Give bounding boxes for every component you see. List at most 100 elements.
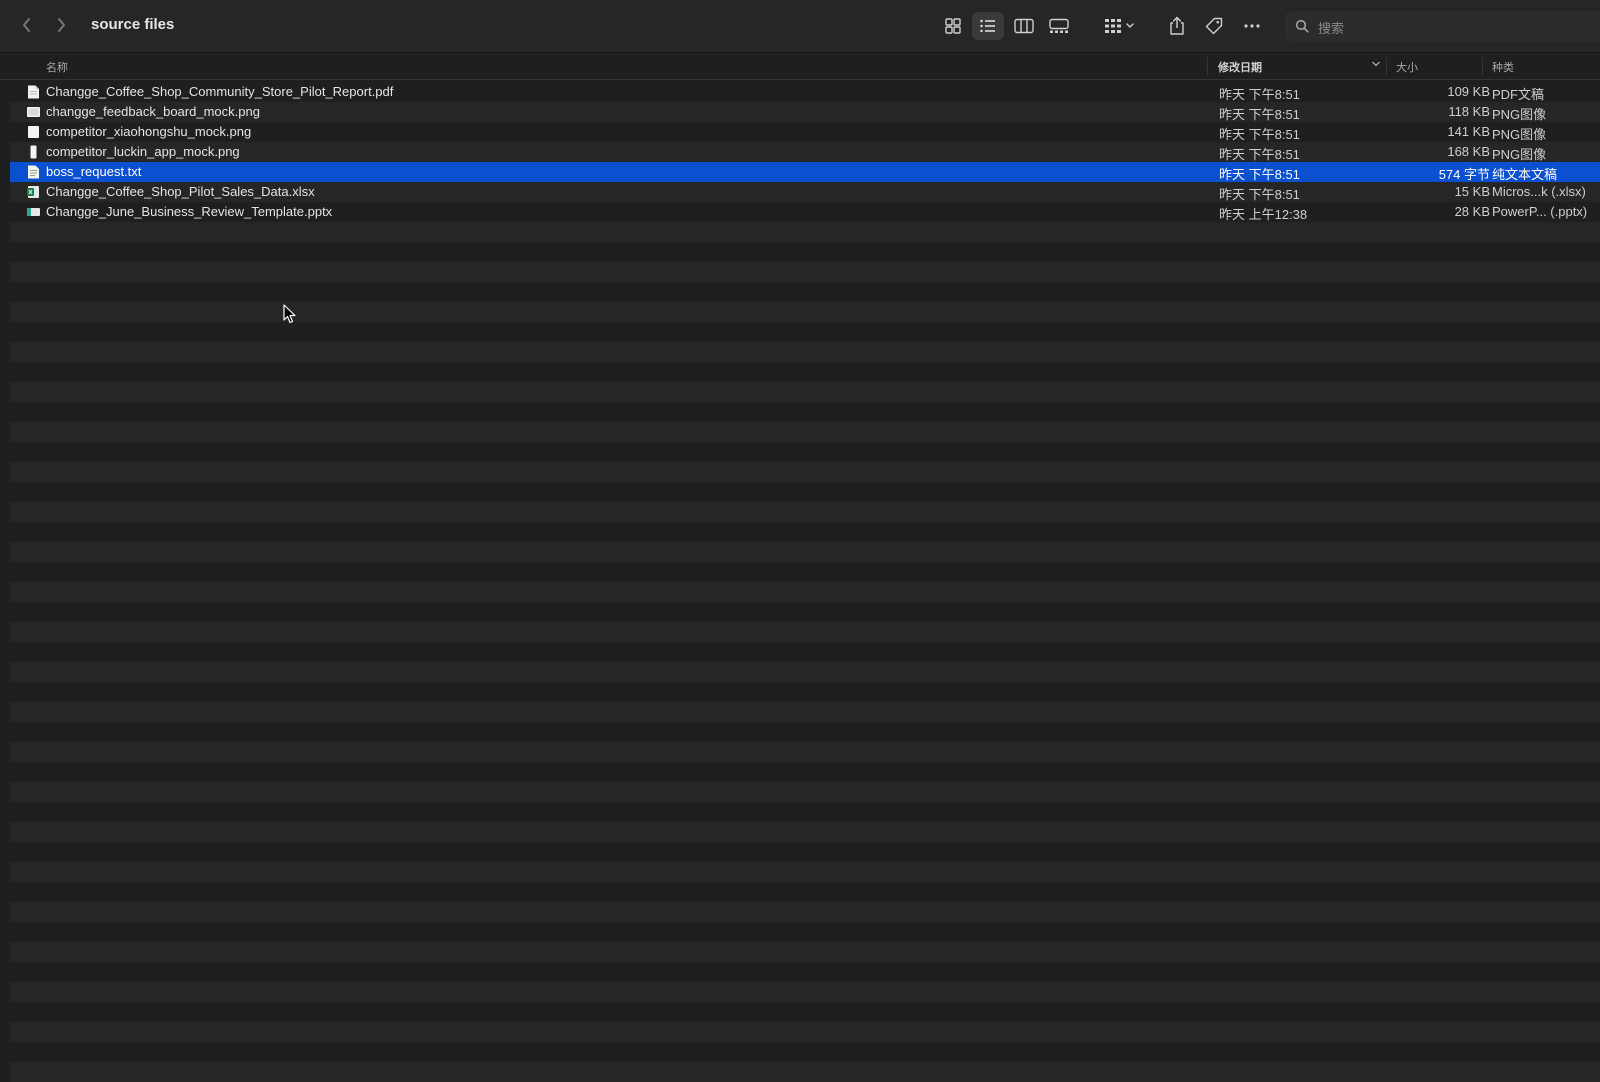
- empty-row-stripe: [10, 382, 1600, 402]
- empty-row-stripe: [10, 802, 1600, 822]
- empty-row-stripe: [10, 522, 1600, 542]
- search-field[interactable]: 搜索: [1285, 11, 1600, 41]
- mouse-pointer-icon: [283, 304, 296, 324]
- file-date: 昨天 下午8:51: [1219, 107, 1300, 122]
- empty-row-stripe: [10, 782, 1600, 802]
- empty-row-stripe: [10, 942, 1600, 962]
- empty-row-stripe: [10, 842, 1600, 862]
- empty-row-stripe: [10, 482, 1600, 502]
- empty-row-stripe: [10, 702, 1600, 722]
- search-icon: [1295, 19, 1309, 33]
- empty-row-stripe: [10, 822, 1600, 842]
- gallery-view-button[interactable]: [1044, 12, 1074, 40]
- forward-button[interactable]: [46, 10, 76, 40]
- empty-row-stripe: [10, 602, 1600, 622]
- empty-row-stripe: [10, 322, 1600, 342]
- file-row[interactable]: Changge_June_Business_Review_Template.pp…: [10, 202, 1600, 222]
- empty-row-stripe: [10, 222, 1600, 242]
- file-name: Changge_Coffee_Shop_Pilot_Sales_Data.xls…: [46, 184, 315, 199]
- file-list: Changge_Coffee_Shop_Community_Store_Pilo…: [10, 82, 1600, 1082]
- file-size: 28 KB: [1454, 204, 1490, 219]
- file-name: Changge_Coffee_Shop_Community_Store_Pilo…: [46, 84, 394, 99]
- tag-icon: [1205, 17, 1223, 35]
- share-icon: [1170, 16, 1184, 35]
- gallery-view-icon: [1049, 18, 1069, 33]
- file-kind: 纯文本文稿: [1492, 167, 1558, 182]
- column-view-icon: [1014, 18, 1034, 34]
- column-divider[interactable]: [1207, 57, 1208, 75]
- file-row[interactable]: competitor_xiaohongshu_mock.png 昨天 下午8:5…: [10, 122, 1600, 142]
- empty-row-stripe: [10, 282, 1600, 302]
- finder-window: source files 搜索 名称 修改日期 大小 种类 Changge_Co…: [0, 0, 1600, 1082]
- empty-row-stripe: [10, 582, 1600, 602]
- file-date: 昨天 下午8:51: [1219, 167, 1300, 182]
- empty-row-stripe: [10, 622, 1600, 642]
- list-view-button[interactable]: [972, 12, 1004, 40]
- column-header-size[interactable]: 大小: [1396, 59, 1418, 75]
- more-button[interactable]: [1237, 12, 1267, 40]
- share-button[interactable]: [1162, 12, 1192, 40]
- empty-row-stripe: [10, 962, 1600, 982]
- file-name: competitor_luckin_app_mock.png: [46, 144, 240, 159]
- search-placeholder: 搜索: [1318, 21, 1345, 36]
- group-icon: [1105, 19, 1134, 33]
- empty-row-stripe: [10, 762, 1600, 782]
- file-row[interactable]: competitor_luckin_app_mock.png 昨天 下午8:51…: [10, 142, 1600, 162]
- file-size: 168 KB: [1447, 144, 1490, 159]
- pdf-file-icon: [28, 85, 39, 99]
- file-row-selected[interactable]: boss_request.txt 昨天 下午8:51 574 字节 纯文本文稿: [10, 162, 1600, 182]
- empty-row-stripe: [10, 1062, 1600, 1082]
- empty-row-stripe: [10, 562, 1600, 582]
- column-header-kind[interactable]: 种类: [1492, 59, 1514, 75]
- empty-row-stripe: [10, 462, 1600, 482]
- image-file-icon: [30, 145, 37, 159]
- file-name: Changge_June_Business_Review_Template.pp…: [46, 204, 333, 219]
- empty-row-stripe: [10, 242, 1600, 262]
- file-name: boss_request.txt: [46, 164, 142, 179]
- empty-row-stripe: [10, 502, 1600, 522]
- file-kind: PNG图像: [1492, 127, 1547, 142]
- file-name: changge_feedback_board_mock.png: [46, 104, 260, 119]
- empty-row-stripe: [10, 262, 1600, 282]
- column-divider[interactable]: [1482, 57, 1483, 75]
- empty-row-stripe: [10, 542, 1600, 562]
- image-file-icon: [28, 126, 39, 138]
- column-header-date[interactable]: 修改日期: [1218, 59, 1262, 75]
- group-button[interactable]: [1100, 12, 1140, 40]
- file-row[interactable]: Changge_Coffee_Shop_Community_Store_Pilo…: [10, 82, 1600, 102]
- file-kind: PNG图像: [1492, 107, 1547, 122]
- back-button[interactable]: [12, 10, 42, 40]
- empty-row-stripe: [10, 362, 1600, 382]
- column-divider[interactable]: [1386, 57, 1387, 75]
- tag-button[interactable]: [1199, 12, 1229, 40]
- empty-row-stripe: [10, 1022, 1600, 1042]
- file-size: 141 KB: [1447, 124, 1490, 139]
- column-header: 名称 修改日期 大小 种类: [0, 53, 1600, 80]
- file-row[interactable]: Changge_Coffee_Shop_Pilot_Sales_Data.xls…: [10, 182, 1600, 202]
- excel-file-icon: [27, 186, 39, 198]
- file-name: competitor_xiaohongshu_mock.png: [46, 124, 252, 139]
- more-icon: [1244, 24, 1260, 28]
- file-kind: PDF文稿: [1492, 87, 1545, 102]
- file-size: 118 KB: [1448, 104, 1490, 119]
- toolbar: source files 搜索: [0, 0, 1600, 53]
- empty-row-stripe: [10, 342, 1600, 362]
- empty-row-stripe: [10, 642, 1600, 662]
- grid-view-icon: [945, 18, 961, 34]
- column-header-name[interactable]: 名称: [46, 59, 68, 75]
- empty-row-stripe: [10, 922, 1600, 942]
- file-kind: PNG图像: [1492, 147, 1547, 162]
- empty-row-stripe: [10, 1042, 1600, 1062]
- window-title: source files: [91, 16, 175, 33]
- empty-row-stripe: [10, 722, 1600, 742]
- empty-row-stripe: [10, 982, 1600, 1002]
- empty-row-stripe: [10, 442, 1600, 462]
- column-view-button[interactable]: [1009, 12, 1039, 40]
- file-row[interactable]: changge_feedback_board_mock.png 昨天 下午8:5…: [10, 102, 1600, 122]
- empty-row-stripe: [10, 302, 1600, 322]
- empty-row-stripe: [10, 662, 1600, 682]
- icon-view-button[interactable]: [938, 12, 968, 40]
- file-kind: PowerP... (.pptx): [1492, 204, 1588, 219]
- empty-row-stripe: [10, 902, 1600, 922]
- empty-row-stripe: [10, 682, 1600, 702]
